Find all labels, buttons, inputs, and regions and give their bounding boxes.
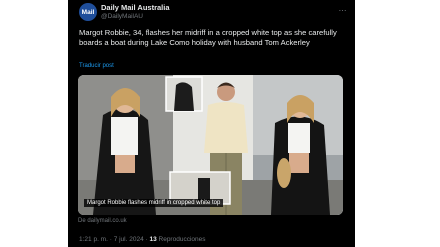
account-handle[interactable]: @DailyMailAU bbox=[101, 13, 143, 20]
account-avatar[interactable]: Mail bbox=[79, 3, 97, 21]
tweet-media[interactable]: Margot Robbie flashes midriff in cropped… bbox=[78, 75, 343, 215]
link-source[interactable]: De dailymail.co.uk bbox=[78, 218, 127, 224]
media-photo bbox=[78, 75, 343, 215]
tweet-card: Mail Daily Mail Australia @DailyMailAU ⋯… bbox=[68, 0, 355, 247]
media-caption: Margot Robbie flashes midriff in cropped… bbox=[84, 199, 224, 207]
tweet-meta: 1:21 p. m. · 7 jul. 2024 · 13 Reproducci… bbox=[79, 236, 205, 243]
tweet-text: Margot Robbie, 34, flashes her midriff i… bbox=[79, 28, 337, 48]
more-options-icon[interactable]: ⋯ bbox=[339, 6, 348, 15]
views-label: Reproducciones bbox=[156, 236, 206, 243]
account-name[interactable]: Daily Mail Australia bbox=[101, 3, 170, 12]
tweet-time[interactable]: 1:21 p. m. bbox=[79, 236, 108, 243]
tweet-date[interactable]: 7 jul. 2024 bbox=[114, 236, 144, 243]
translate-post-link[interactable]: Traducir post bbox=[79, 63, 114, 69]
views-count: 13 bbox=[149, 236, 157, 243]
